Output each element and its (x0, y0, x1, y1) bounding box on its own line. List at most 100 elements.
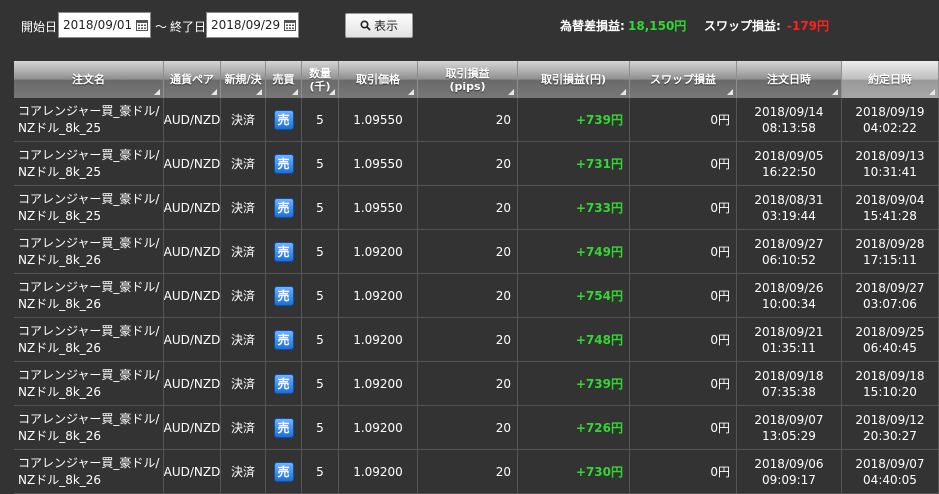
quantity-cell: 5 (302, 98, 339, 141)
swap-pl-cell: 0円 (630, 230, 737, 273)
header-order-name[interactable]: 注文名 (14, 61, 164, 98)
table-row[interactable]: コアレンジャー買_豪ドル/NZドル_8k_25 AUD/NZD 決済 売 5 1… (14, 98, 939, 142)
header-order-datetime[interactable]: 注文日時 (737, 61, 842, 98)
trade-price-cell: 1.09200 (339, 406, 418, 449)
table-row[interactable]: コアレンジャー買_豪ドル/NZドル_8k_26 AUD/NZD 決済 売 5 1… (14, 230, 939, 274)
order-datetime-cell: 2018/09/05 16:22:50 (737, 142, 842, 185)
sell-badge-icon: 売 (273, 461, 294, 482)
fx-pl-value: 18,150円 (628, 19, 687, 33)
order-datetime-cell: 2018/09/27 06:10:52 (737, 230, 842, 273)
table-row[interactable]: コアレンジャー買_豪ドル/NZドル_8k_26 AUD/NZD 決済 売 5 1… (14, 406, 939, 450)
table-row[interactable]: コアレンジャー買_豪ドル/NZドル_8k_26 AUD/NZD 決済 売 5 1… (14, 450, 939, 494)
pl-pips-cell: 20 (418, 450, 518, 493)
swap-pl-cell: 0円 (630, 186, 737, 229)
order-datetime-cell: 2018/09/18 07:35:38 (737, 362, 842, 405)
open-close-cell: 決済 (221, 406, 266, 449)
pl-yen-cell: +754円 (518, 274, 630, 317)
header-settle-datetime[interactable]: 約定日時 (842, 61, 939, 98)
currency-pair-cell: AUD/NZD (164, 318, 221, 361)
sort-arrow-icon (620, 89, 626, 95)
show-button-label: 表示 (373, 19, 398, 33)
table-row[interactable]: コアレンジャー買_豪ドル/NZドル_8k_26 AUD/NZD 決済 売 5 1… (14, 362, 939, 406)
order-date: 2018/09/05 (754, 148, 824, 163)
table-header: 注文名 通貨ペア 新規/決 売買 数量 (千) 取引価格 取引損益 (pips) 取… (14, 61, 939, 98)
settle-datetime-cell: 2018/09/12 20:30:27 (842, 406, 939, 449)
quantity-cell: 5 (302, 406, 339, 449)
order-history-table: 注文名 通貨ペア 新規/決 売買 数量 (千) 取引価格 取引損益 (pips) 取… (14, 61, 939, 494)
start-date-input[interactable]: 2018/09/01 (58, 12, 151, 38)
settle-time: 10:31:41 (863, 164, 917, 179)
table-row[interactable]: コアレンジャー買_豪ドル/NZドル_8k_25 AUD/NZD 決済 売 5 1… (14, 142, 939, 186)
table-row[interactable]: コアレンジャー買_豪ドル/NZドル_8k_26 AUD/NZD 決済 売 5 1… (14, 274, 939, 318)
order-time: 16:22:50 (762, 164, 816, 179)
quantity-cell: 5 (302, 186, 339, 229)
sort-arrow-icon (832, 89, 838, 95)
table-row[interactable]: コアレンジャー買_豪ドル/NZドル_8k_26 AUD/NZD 決済 売 5 1… (14, 318, 939, 362)
end-date-label: 終了日 (170, 20, 207, 34)
header-swap-pl[interactable]: スワップ損益 (630, 61, 737, 98)
order-time: 13:05:29 (762, 428, 816, 443)
quantity-cell: 5 (302, 274, 339, 317)
settle-time: 15:41:28 (863, 208, 917, 223)
swap-pl-cell: 0円 (630, 406, 737, 449)
pl-pips-cell: 20 (418, 406, 518, 449)
header-trade-price[interactable]: 取引価格 (339, 61, 418, 98)
settle-datetime-cell: 2018/09/27 03:07:06 (842, 274, 939, 317)
header-buy-sell[interactable]: 売買 (266, 61, 302, 98)
sort-arrow-icon (727, 89, 733, 95)
buy-sell-cell: 売 (266, 318, 302, 361)
table-row[interactable]: コアレンジャー買_豪ドル/NZドル_8k_25 AUD/NZD 決済 売 5 1… (14, 186, 939, 230)
order-datetime-cell: 2018/08/31 03:19:44 (737, 186, 842, 229)
trade-price-cell: 1.09550 (339, 186, 418, 229)
currency-pair-cell: AUD/NZD (164, 98, 221, 141)
calendar-icon[interactable] (136, 19, 148, 31)
trade-price-cell: 1.09200 (339, 230, 418, 273)
order-datetime-cell: 2018/09/06 09:09:17 (737, 450, 842, 493)
open-close-cell: 決済 (221, 450, 266, 493)
buy-sell-cell: 売 (266, 230, 302, 273)
buy-sell-cell: 売 (266, 362, 302, 405)
order-datetime-cell: 2018/09/26 10:00:34 (737, 274, 842, 317)
end-date-input[interactable]: 2018/09/29 (206, 12, 299, 38)
sort-arrow-icon (154, 89, 160, 95)
header-quantity[interactable]: 数量 (千) (302, 61, 339, 98)
order-date: 2018/09/06 (754, 456, 824, 471)
swap-pl-cell: 0円 (630, 362, 737, 405)
quantity-cell: 5 (302, 450, 339, 493)
swap-pl-cell: 0円 (630, 450, 737, 493)
header-open-close[interactable]: 新規/決 (221, 61, 266, 98)
sell-badge-icon: 売 (273, 417, 294, 438)
fx-pl-label: 為替差損益: (560, 19, 625, 33)
buy-sell-cell: 売 (266, 274, 302, 317)
order-datetime-cell: 2018/09/21 01:35:11 (737, 318, 842, 361)
pl-pips-cell: 20 (418, 142, 518, 185)
pl-yen-cell: +730円 (518, 450, 630, 493)
order-datetime-cell: 2018/09/14 08:13:58 (737, 98, 842, 141)
quantity-cell: 5 (302, 142, 339, 185)
settle-date: 2018/09/13 (855, 148, 925, 163)
order-date: 2018/08/31 (754, 192, 824, 207)
trade-price-cell: 1.09200 (339, 450, 418, 493)
trade-price-cell: 1.09550 (339, 98, 418, 141)
settle-datetime-cell: 2018/09/04 15:41:28 (842, 186, 939, 229)
pl-pips-cell: 20 (418, 318, 518, 361)
pl-pips-cell: 20 (418, 230, 518, 273)
sort-arrow-icon (329, 89, 335, 95)
settle-datetime-cell: 2018/09/25 06:40:45 (842, 318, 939, 361)
start-date-value: 2018/09/01 (63, 18, 133, 32)
settle-time: 20:30:27 (863, 428, 917, 443)
quantity-cell: 5 (302, 230, 339, 273)
currency-pair-cell: AUD/NZD (164, 406, 221, 449)
quantity-cell: 5 (302, 318, 339, 361)
header-pl-pips[interactable]: 取引損益 (pips) (418, 61, 518, 98)
show-button[interactable]: 表示 (345, 13, 413, 38)
order-date: 2018/09/27 (754, 236, 824, 251)
settle-date: 2018/09/04 (855, 192, 925, 207)
header-pl-yen[interactable]: 取引損益(円) (518, 61, 630, 98)
sell-badge-icon: 売 (273, 329, 294, 350)
settle-time: 15:10:20 (863, 384, 917, 399)
header-currency-pair[interactable]: 通貨ペア (164, 61, 221, 98)
calendar-icon[interactable] (284, 19, 296, 31)
buy-sell-cell: 売 (266, 98, 302, 141)
currency-pair-cell: AUD/NZD (164, 450, 221, 493)
